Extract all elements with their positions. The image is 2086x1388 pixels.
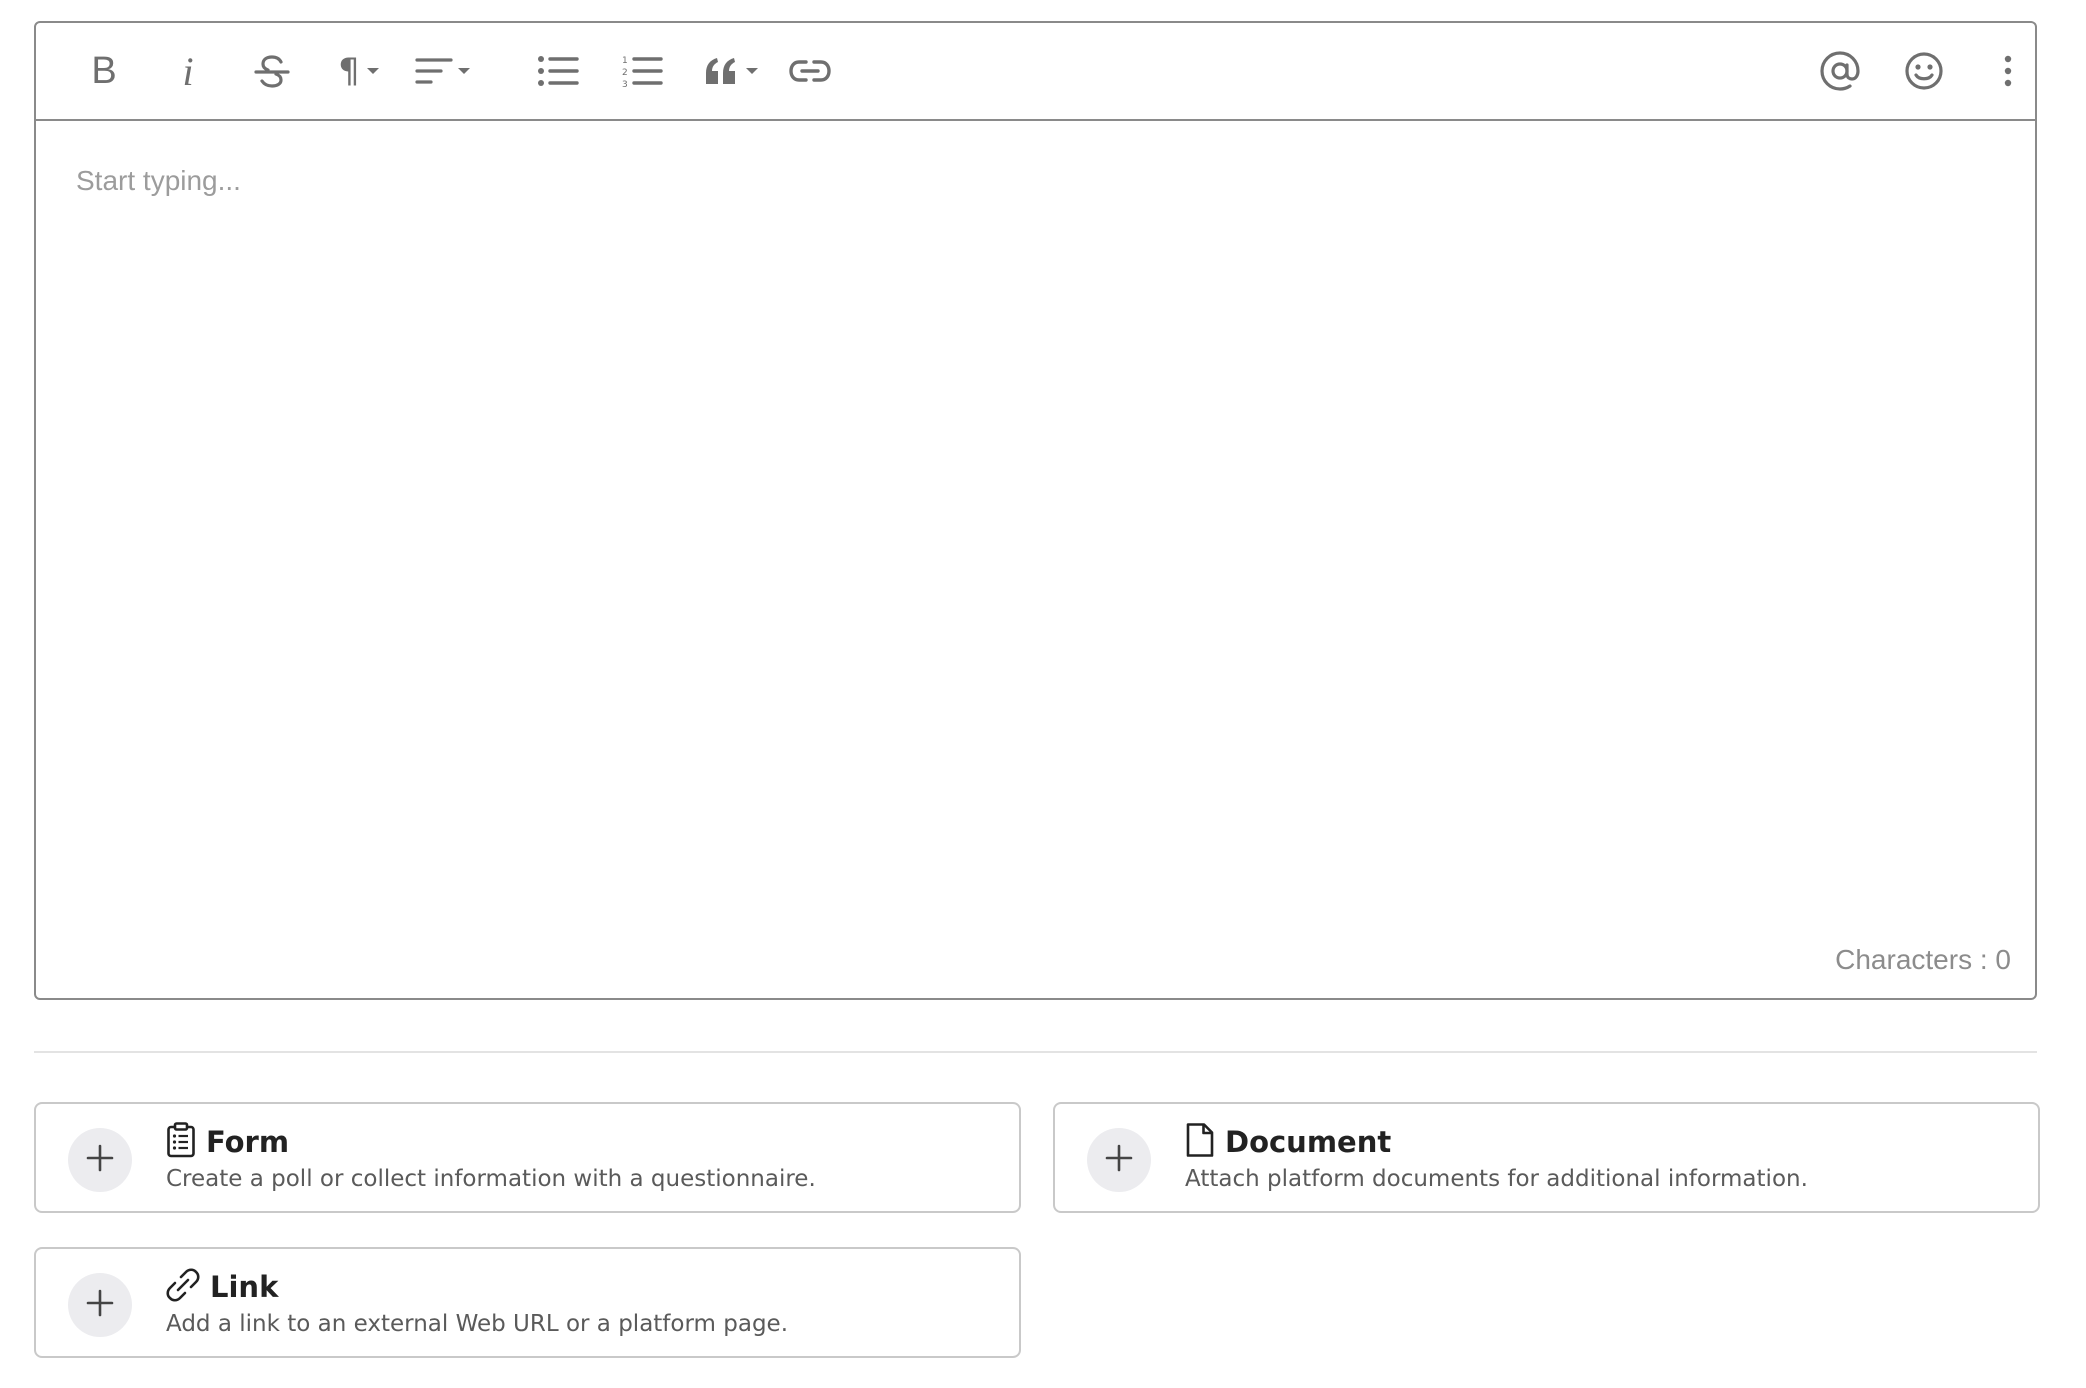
document-card-header: Document xyxy=(1185,1122,1391,1162)
svg-text:1: 1 xyxy=(622,56,628,66)
emoji-button[interactable] xyxy=(1896,43,1952,99)
link-card-title: Link xyxy=(210,1270,279,1304)
mention-icon xyxy=(1820,51,1860,91)
link-icon xyxy=(788,58,832,84)
quote-dropdown[interactable] xyxy=(696,43,766,99)
rich-text-editor: B i ¶ 1 2 3 Start typing... Characters:… xyxy=(34,21,2037,1000)
add-form-button[interactable] xyxy=(68,1128,132,1192)
link-card-description: Add a link to an external Web URL or a p… xyxy=(166,1311,788,1337)
italic-button[interactable]: i xyxy=(160,43,216,99)
caret-down-icon xyxy=(457,66,471,76)
strikethrough-button[interactable] xyxy=(244,43,300,99)
editor-toolbar: B i ¶ 1 2 3 xyxy=(36,23,2035,121)
plus-icon xyxy=(86,1144,114,1177)
align-icon xyxy=(415,56,453,86)
insert-link-button[interactable] xyxy=(782,43,838,99)
paragraph-icon: ¶ xyxy=(338,51,360,91)
svg-text:2: 2 xyxy=(622,68,628,78)
bold-button[interactable]: B xyxy=(76,43,132,99)
svg-text:3: 3 xyxy=(622,80,628,88)
italic-icon: i xyxy=(182,48,194,94)
document-card-description: Attach platform documents for additional… xyxy=(1185,1166,1808,1192)
document-icon xyxy=(1185,1122,1215,1163)
quote-icon xyxy=(703,56,739,86)
document-card-title: Document xyxy=(1225,1125,1392,1159)
editor-text-area[interactable]: Start typing... Characters : 0 xyxy=(36,121,2035,998)
caret-down-icon xyxy=(366,66,380,76)
more-vertical-icon xyxy=(2003,54,2013,88)
plus-icon xyxy=(86,1289,114,1322)
add-link-button[interactable] xyxy=(68,1273,132,1337)
link-card-header: Link xyxy=(166,1267,278,1307)
emoji-icon xyxy=(1904,51,1944,91)
plus-icon xyxy=(1105,1144,1133,1177)
add-document-button[interactable] xyxy=(1087,1128,1151,1192)
link-icon xyxy=(166,1267,200,1307)
clipboard-icon xyxy=(166,1121,196,1163)
add-document-card[interactable]: Document Attach platform documents for a… xyxy=(1053,1102,2040,1213)
form-card-description: Create a poll or collect information wit… xyxy=(166,1166,816,1192)
numbered-list-button[interactable]: 1 2 3 xyxy=(614,43,670,99)
strikethrough-icon xyxy=(252,51,292,91)
section-divider xyxy=(34,1051,2037,1053)
add-form-card[interactable]: Form Create a poll or collect informatio… xyxy=(34,1102,1021,1213)
bullet-list-icon xyxy=(537,55,579,87)
numbered-list-icon: 1 2 3 xyxy=(621,54,663,88)
more-options-button[interactable] xyxy=(1980,43,2036,99)
caret-down-icon xyxy=(745,66,759,76)
character-count: Characters : 0 xyxy=(1835,944,2011,975)
bold-icon: B xyxy=(91,49,117,92)
mention-button[interactable] xyxy=(1812,43,1868,99)
form-card-title: Form xyxy=(206,1125,290,1159)
form-card-header: Form xyxy=(166,1121,290,1163)
align-dropdown[interactable] xyxy=(408,43,478,99)
paragraph-style-dropdown[interactable]: ¶ xyxy=(326,43,392,99)
editor-placeholder: Start typing... xyxy=(76,165,241,196)
add-link-card[interactable]: Link Add a link to an external Web URL o… xyxy=(34,1247,1021,1358)
bullet-list-button[interactable] xyxy=(530,43,586,99)
